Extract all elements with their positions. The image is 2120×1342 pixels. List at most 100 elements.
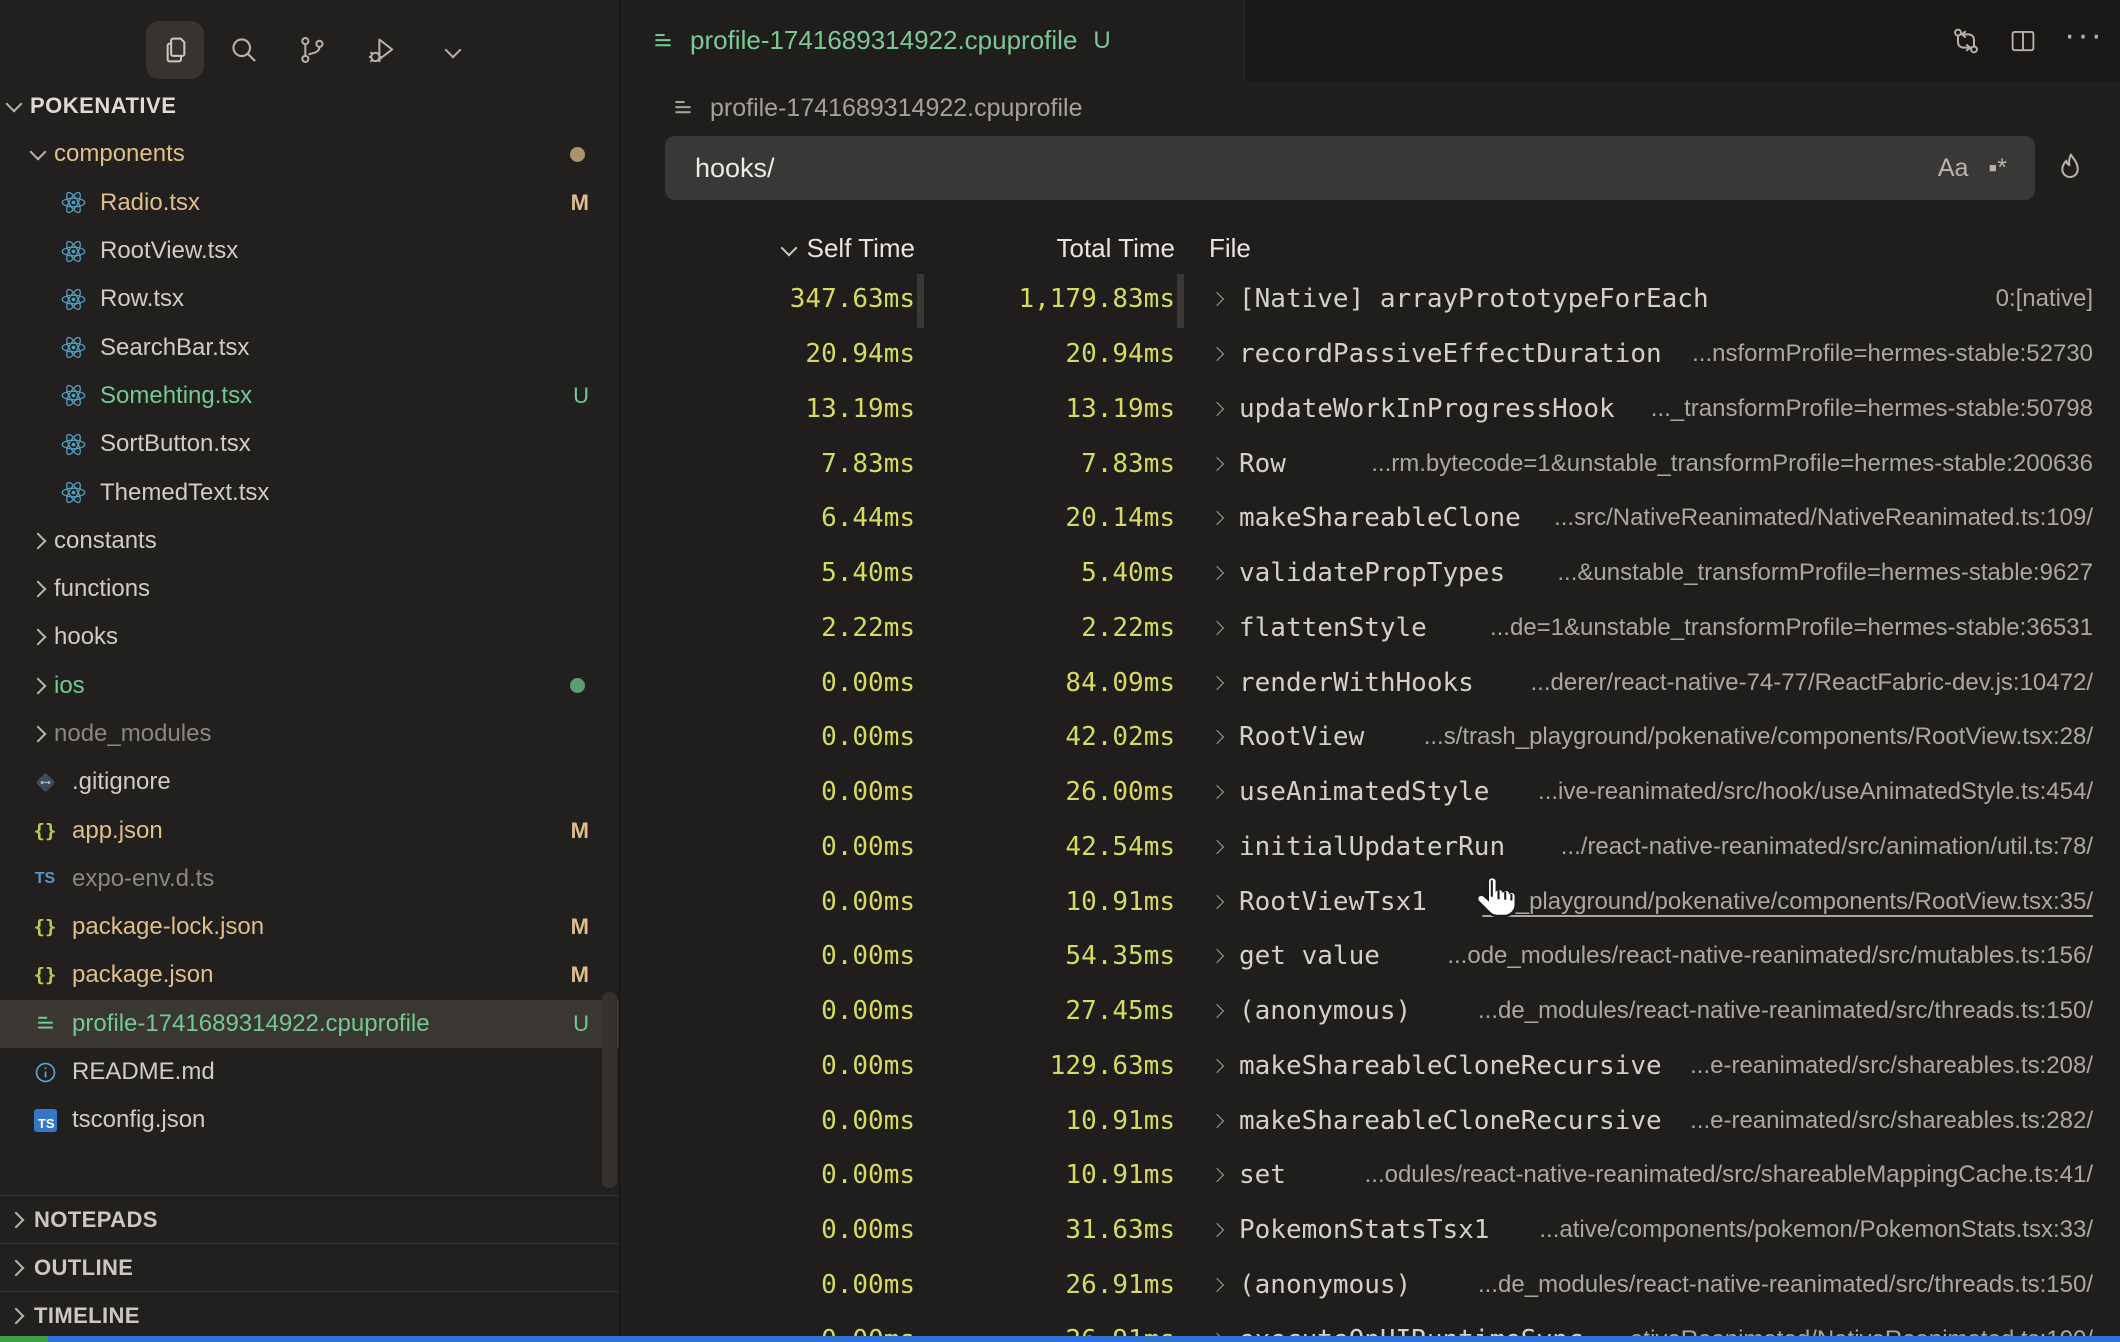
expand-chevron-icon[interactable] [1210,402,1224,416]
file-path-link[interactable]: ...de_modules/react-native-reanimated/sr… [1458,1271,2093,1299]
table-row[interactable]: 0.00ms10.91msmakeShareableCloneRecursive… [620,1093,2093,1148]
table-row[interactable]: 13.19ms13.19msupdateWorkInProgressHook..… [620,382,2093,437]
file-path-link[interactable]: ...nsformProfile=hermes-stable:52730 [1672,340,2093,368]
tab-cpuprofile[interactable]: profile-1741689314922.cpuprofile U [620,0,1245,81]
more-views-button[interactable] [424,21,482,79]
file-item-package-lock-json[interactable]: {}package-lock.jsonM [0,903,619,951]
file-path-link[interactable]: ...odules/react-native-reanimated/src/sh… [1345,1161,2093,1189]
table-row[interactable]: 5.40ms5.40msvalidatePropTypes...&unstabl… [620,546,2093,601]
table-row[interactable]: 7.83ms7.83msRow...rm.bytecode=1&unstable… [620,436,2093,491]
table-row[interactable]: 0.00ms54.35msget value...ode_modules/rea… [620,929,2093,984]
file-path-link[interactable]: ...de=1&unstable_transformProfile=hermes… [1470,614,2093,642]
expand-chevron-icon[interactable] [1210,1278,1224,1292]
file-item-radio-tsx[interactable]: Radio.tsxM [0,179,619,227]
folder-item-constants[interactable]: constants [0,517,619,565]
table-row[interactable]: 6.44ms20.14msmakeShareableClone...src/Na… [620,491,2093,546]
sidebar-scrollbar[interactable] [602,992,617,1188]
expand-chevron-icon[interactable] [1210,1059,1224,1073]
expand-chevron-icon[interactable] [1210,840,1224,854]
panel-notepads[interactable]: NOTEPADS [0,1195,619,1243]
filter-input[interactable]: hooks/ Aa ▪* [665,136,2035,200]
expand-chevron-icon[interactable] [1210,1168,1224,1182]
column-header-total-time[interactable]: Total Time [915,233,1175,264]
table-row[interactable]: 0.00ms26.91ms(anonymous)...de_modules/re… [620,1258,2093,1313]
panel-timeline[interactable]: TIMELINE [0,1291,619,1339]
more-actions-button[interactable]: ··· [2064,25,2104,45]
filter-value[interactable]: hooks/ [695,153,1928,184]
folder-item-hooks[interactable]: hooks [0,613,619,661]
expand-chevron-icon[interactable] [1210,785,1224,799]
open-changes-button[interactable] [1950,25,1982,57]
table-row[interactable]: 0.00ms42.02msRootView...s/trash_playgrou… [620,710,2093,765]
file-item-sortbutton-tsx[interactable]: SortButton.tsx [0,420,619,468]
file-item-themedtext-tsx[interactable]: ThemedText.tsx [0,468,619,516]
file-path-link[interactable]: ..._transformProfile=hermes-stable:50798 [1631,395,2093,423]
explorer-button[interactable] [146,21,204,79]
file-path-link[interactable]: ...s/trash_playground/pokenative/compone… [1404,723,2093,751]
file-path-link[interactable]: ...ative/components/pokemon/PokemonStats… [1519,1216,2093,1244]
expand-chevron-icon[interactable] [1210,895,1224,909]
expand-chevron-icon[interactable] [1210,730,1224,744]
column-header-file[interactable]: File [1209,233,1251,264]
run-debug-button[interactable] [353,21,411,79]
expand-chevron-icon[interactable] [1210,292,1224,306]
file-item-rootview-tsx[interactable]: RootView.tsx [0,227,619,275]
file-item--gitignore[interactable]: .gitignore [0,758,619,806]
expand-chevron-icon[interactable] [1210,347,1224,361]
table-row[interactable]: 0.00ms42.54msinitialUpdaterRun.../react-… [620,820,2093,875]
file-path-link[interactable]: ...src/NativeReanimated/NativeReanimated… [1534,504,2093,532]
expand-chevron-icon[interactable] [1210,676,1224,690]
file-path-link[interactable]: ...e-reanimated/src/shareables.ts:208/ [1670,1052,2093,1080]
file-path-link[interactable]: ...h_playground/pokenative/components/Ro… [1462,888,2093,916]
file-path-link[interactable]: ...rm.bytecode=1&unstable_transformProfi… [1351,450,2093,478]
table-row[interactable]: 0.00ms10.91msset...odules/react-native-r… [620,1148,2093,1203]
column-resize-handle[interactable] [1177,274,1184,328]
expand-chevron-icon[interactable] [1210,949,1224,963]
expand-chevron-icon[interactable] [1210,1223,1224,1237]
file-item-somehting-tsx[interactable]: Somehting.tsxU [0,372,619,420]
file-item-row-tsx[interactable]: Row.tsx [0,275,619,323]
expand-chevron-icon[interactable] [1210,1004,1224,1018]
file-item-tsconfig-json[interactable]: TStsconfig.json [0,1096,619,1144]
folder-item-functions[interactable]: functions [0,565,619,613]
expand-chevron-icon[interactable] [1210,457,1224,471]
expand-chevron-icon[interactable] [1210,1114,1224,1128]
table-row[interactable]: 0.00ms27.45ms(anonymous)...de_modules/re… [620,984,2093,1039]
table-row[interactable]: 0.00ms10.91msRootViewTsx1...h_playground… [620,874,2093,929]
folder-item-node-modules[interactable]: node_modules [0,710,619,758]
file-path-link[interactable]: ...de_modules/react-native-reanimated/sr… [1458,997,2093,1025]
file-path-link[interactable]: ...&unstable_transformProfile=hermes-sta… [1537,559,2093,587]
file-item-readme-md[interactable]: README.md [0,1048,619,1096]
table-row[interactable]: 0.00ms26.00msuseAnimatedStyle...ive-rean… [620,765,2093,820]
search-button[interactable] [215,21,273,79]
split-editor-button[interactable] [2008,26,2038,56]
panel-outline[interactable]: OUTLINE [0,1243,619,1291]
column-header-self-time[interactable]: Self Time [620,233,915,264]
file-path-link[interactable]: ...ode_modules/react-native-reanimated/s… [1427,942,2093,970]
project-root[interactable]: POKENATIVE [0,82,619,130]
file-item-app-json[interactable]: {}app.jsonM [0,806,619,854]
table-row[interactable]: 0.00ms129.63msmakeShareableCloneRecursiv… [620,1039,2093,1094]
expand-chevron-icon[interactable] [1210,621,1224,635]
match-case-button[interactable]: Aa [1928,150,1979,187]
file-item-profile-1741689314922-cpuprofile[interactable]: profile-1741689314922.cpuprofileU [0,1000,619,1048]
expand-chevron-icon[interactable] [1210,566,1224,580]
table-row[interactable]: 0.00ms84.09msrenderWithHooks...derer/rea… [620,655,2093,710]
folder-item-components[interactable]: components [0,130,619,178]
file-path-link[interactable]: .../react-native-reanimated/src/animatio… [1541,833,2093,861]
expand-chevron-icon[interactable] [1210,511,1224,525]
flame-graph-button[interactable] [2040,146,2100,192]
file-path-link[interactable]: 0:[native] [1976,285,2093,313]
table-row[interactable]: 347.63ms1,179.83ms[Native] arrayPrototyp… [620,272,2093,327]
file-item-searchbar-tsx[interactable]: SearchBar.tsx [0,323,619,371]
source-control-button[interactable] [283,21,341,79]
column-resize-handle[interactable] [917,274,924,328]
file-item-package-json[interactable]: {}package.jsonM [0,951,619,999]
file-item-expo-env-d-ts[interactable]: TSexpo-env.d.ts [0,855,619,903]
file-path-link[interactable]: ...e-reanimated/src/shareables.ts:282/ [1670,1107,2093,1135]
file-path-link[interactable]: ...derer/react-native-74-77/ReactFabric-… [1511,669,2094,697]
table-row[interactable]: 2.22ms2.22msflattenStyle...de=1&unstable… [620,601,2093,656]
table-row[interactable]: 20.94ms20.94msrecordPassiveEffectDuratio… [620,327,2093,382]
regex-button[interactable]: ▪* [1978,150,2017,187]
file-path-link[interactable]: ...ive-reanimated/src/hook/useAnimatedSt… [1518,778,2093,806]
